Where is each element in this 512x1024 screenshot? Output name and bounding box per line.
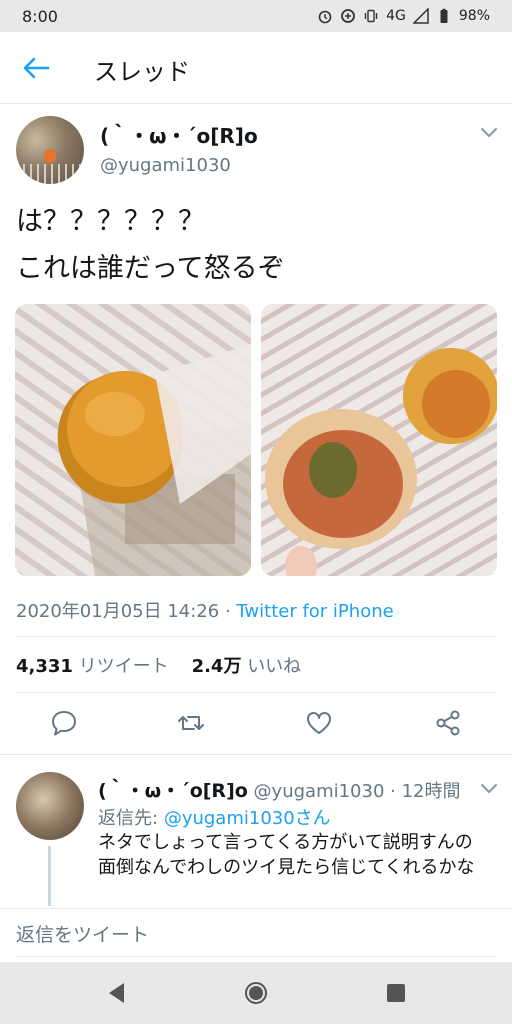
tweet-text-line: これは誰だって怒るぞ bbox=[16, 253, 285, 284]
network-type: 4G bbox=[386, 8, 406, 24]
nav-recents-icon[interactable] bbox=[383, 980, 409, 1006]
nav-back-icon[interactable] bbox=[104, 980, 130, 1006]
chevron-down-icon[interactable] bbox=[480, 126, 498, 140]
divider bbox=[0, 908, 512, 909]
retweet-label[interactable]: リツイート bbox=[79, 656, 169, 677]
retweet-count[interactable]: 4,331 bbox=[16, 656, 73, 677]
display-name[interactable]: (｀・ω・´o[R]o bbox=[100, 120, 258, 149]
page-title: スレッド bbox=[94, 58, 190, 86]
chevron-down-icon[interactable] bbox=[480, 782, 498, 796]
thread-line bbox=[48, 846, 51, 906]
data-saver-icon bbox=[341, 9, 356, 23]
tweet-photo[interactable] bbox=[261, 304, 497, 576]
status-time: 8:00 bbox=[22, 6, 58, 26]
status-bar: 8:00 4G 98% bbox=[0, 0, 512, 32]
retweet-icon[interactable] bbox=[176, 708, 206, 738]
reply-compose-input[interactable]: 返信をツイート bbox=[16, 920, 149, 947]
user-handle[interactable]: @yugami1030 bbox=[100, 155, 231, 176]
tweet-meta: 2020年01月05日 14:26 · Twitter for iPhone bbox=[16, 601, 394, 622]
app-bar: スレッド bbox=[0, 32, 512, 104]
avatar[interactable] bbox=[16, 116, 84, 184]
tweet-text: は？？？？？？ これは誰だって怒るぞ bbox=[16, 198, 285, 292]
arrow-left-icon[interactable] bbox=[22, 56, 50, 80]
vibrate-icon bbox=[364, 9, 378, 23]
tweet-stats: 4,331 リツイート 2.4万 いいね bbox=[16, 652, 301, 678]
alarm-icon bbox=[318, 10, 332, 24]
tweet-photo[interactable] bbox=[15, 304, 251, 576]
user-handle[interactable]: @yugami1030 bbox=[254, 781, 385, 802]
reply-to: 返信先: @yugami1030さん bbox=[98, 804, 331, 830]
tweet-source-link[interactable]: Twitter for iPhone bbox=[236, 601, 393, 622]
heart-icon[interactable] bbox=[304, 708, 334, 738]
like-count[interactable]: 2.4万 bbox=[192, 656, 242, 677]
reply-to-prefix: 返信先: bbox=[98, 808, 159, 829]
battery-level: 98% bbox=[458, 8, 490, 24]
reply-to-link[interactable]: @yugami1030さん bbox=[164, 808, 331, 829]
divider bbox=[16, 956, 497, 957]
battery-icon bbox=[440, 8, 448, 23]
tweet-actions bbox=[0, 704, 512, 746]
burger-photo-image bbox=[57, 344, 251, 576]
tweet-text-line: は？？？？？？ bbox=[16, 206, 205, 237]
nav-home-icon[interactable] bbox=[243, 980, 269, 1006]
avatar[interactable] bbox=[16, 772, 84, 840]
signal-icon bbox=[412, 8, 429, 24]
system-nav-bar bbox=[0, 962, 512, 1024]
burger-open-photo-image bbox=[265, 348, 497, 576]
like-label[interactable]: いいね bbox=[247, 656, 301, 677]
tweet-timestamp: 2020年01月05日 14:26 bbox=[16, 601, 220, 622]
comment-icon[interactable] bbox=[49, 708, 79, 738]
share-icon[interactable] bbox=[433, 708, 463, 738]
divider bbox=[16, 692, 497, 693]
reply-compose-bar[interactable]: 返信をツイート bbox=[0, 908, 512, 958]
reply-text: ネタでしょって言ってくる方がいて説明すんの面倒なんでわしのツイ見たら信じてくれる… bbox=[98, 832, 475, 878]
reply-header: (｀・ω・´o[R]o @yugami1030 · 12時間 bbox=[98, 776, 461, 803]
reply-time: · 12時間 bbox=[390, 781, 461, 802]
divider bbox=[16, 636, 497, 637]
display-name[interactable]: (｀・ω・´o[R]o bbox=[98, 780, 248, 802]
